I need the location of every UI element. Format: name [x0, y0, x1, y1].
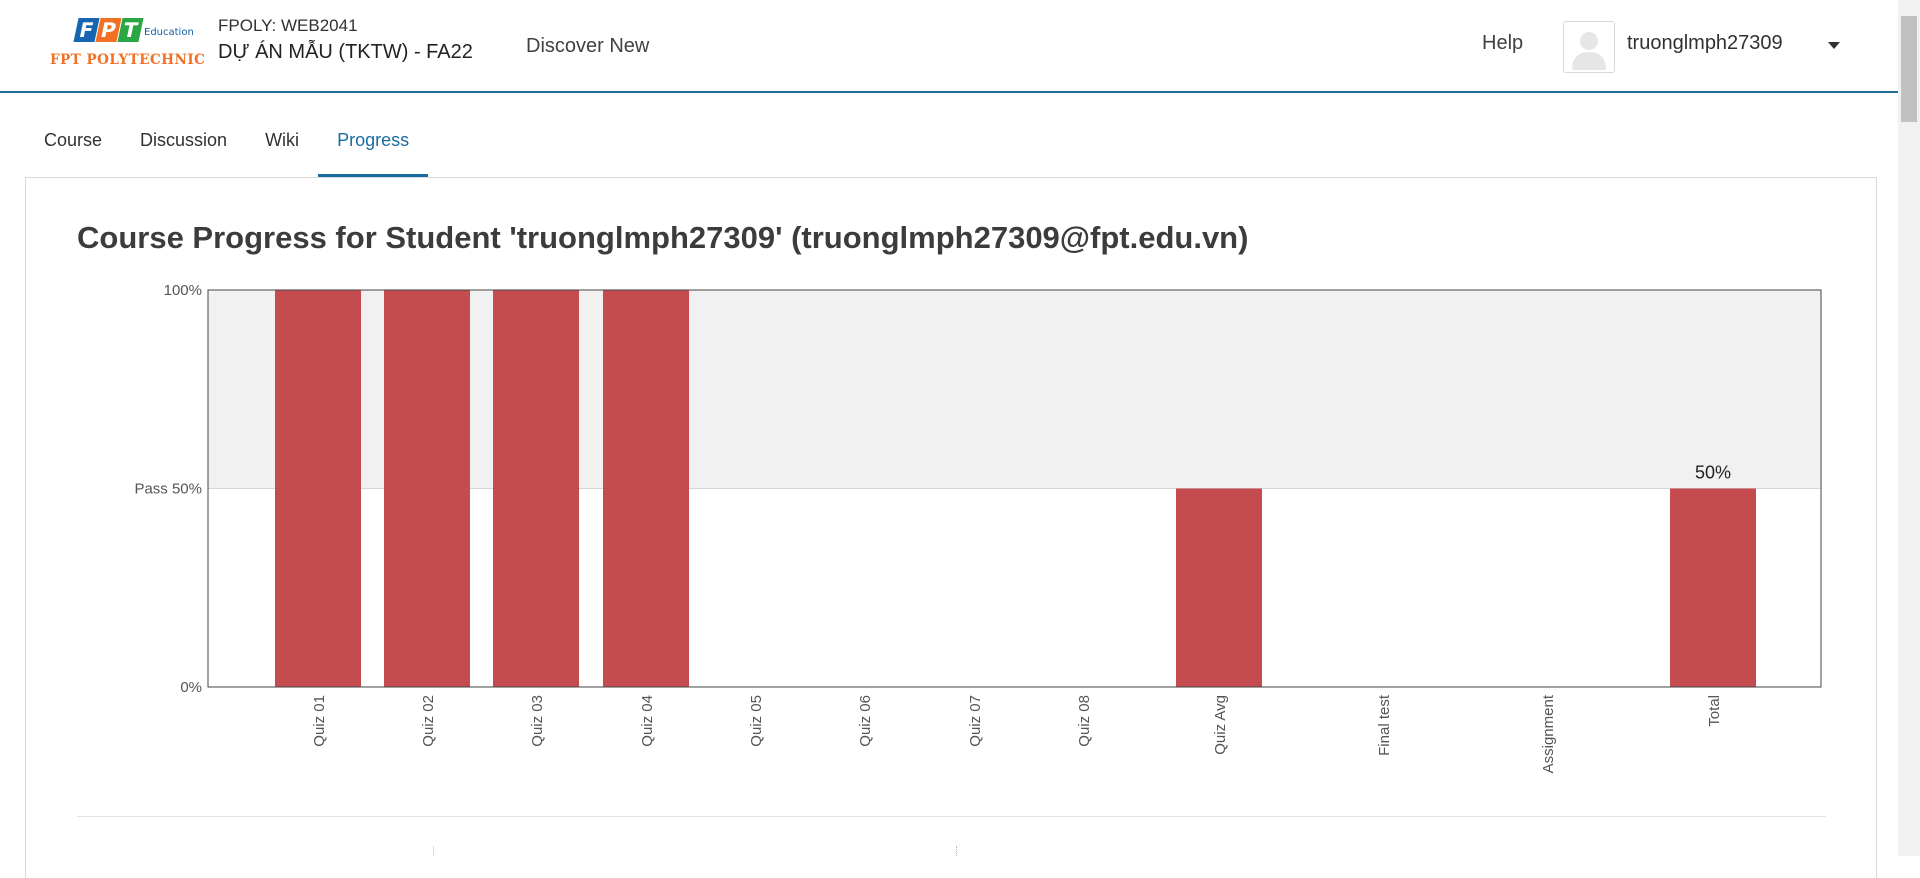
column-separator-dotted — [956, 846, 958, 856]
x-tick-label: Quiz Avg — [1212, 695, 1229, 755]
bar-quiz-avg — [1176, 488, 1262, 687]
bar-quiz-03 — [493, 290, 579, 687]
username-label[interactable]: truonglmph27309 — [1627, 32, 1783, 55]
tab-wiki[interactable]: Wiki — [246, 118, 318, 178]
bar-quiz-01 — [275, 290, 361, 687]
caret-down-icon[interactable] — [1823, 36, 1845, 52]
fpt-logo-mark: F P T — [73, 18, 144, 46]
bar-quiz-04 — [603, 290, 689, 687]
x-tick-label: Total — [1706, 695, 1723, 727]
column-separator — [433, 846, 434, 856]
x-tick-label: Assignment — [1540, 694, 1557, 773]
site-header: F P T Education FPT POLYTECHNIC FPOLY: W… — [0, 0, 1898, 93]
course-tabs: Course Discussion Wiki Progress — [25, 118, 429, 178]
user-avatar[interactable] — [1563, 21, 1615, 73]
course-name: DỰ ÁN MẪU (TKTW) - FA22 — [218, 41, 473, 63]
discover-new-link[interactable]: Discover New — [526, 35, 649, 58]
x-tick-label: Quiz 01 — [311, 695, 328, 747]
section-divider — [77, 816, 1826, 817]
help-link[interactable]: Help — [1482, 32, 1523, 55]
x-tick-label: Quiz 05 — [748, 695, 765, 747]
tab-discussion[interactable]: Discussion — [121, 118, 246, 178]
tab-course[interactable]: Course — [25, 118, 121, 178]
user-silhouette-icon — [1564, 22, 1614, 72]
x-tick-label: Quiz 03 — [529, 695, 546, 747]
logo-letter-t: T — [117, 18, 144, 42]
data-label: 50% — [1695, 463, 1731, 483]
tab-progress[interactable]: Progress — [318, 118, 429, 178]
logo-education-text: Education — [144, 27, 194, 38]
page-scrollbar[interactable] — [1898, 0, 1920, 856]
progress-chart: Quiz 01 Quiz 02 Quiz 03 Quiz 04 Quiz 05 Quiz … — [134, 282, 1822, 773]
bar-quiz-02 — [384, 290, 470, 687]
y-tick-label: 0% — [180, 679, 202, 696]
x-tick-label: Quiz 02 — [420, 695, 437, 747]
logo-brand-text: FPT POLYTECHNIC — [50, 52, 206, 68]
x-tick-label: Quiz 07 — [967, 695, 984, 747]
fpt-polytechnic-logo[interactable]: F P T Education FPT POLYTECHNIC — [48, 18, 205, 72]
x-tick-label: Final test — [1376, 694, 1393, 756]
y-tick-label: Pass 50% — [134, 481, 202, 498]
x-tick-label: Quiz 04 — [639, 695, 656, 747]
x-tick-label: Quiz 08 — [1076, 695, 1093, 747]
scrollbar-thumb[interactable] — [1901, 16, 1917, 122]
bar-total — [1670, 488, 1756, 687]
x-tick-label: Quiz 06 — [857, 695, 874, 747]
course-code: FPOLY: WEB2041 — [218, 16, 358, 35]
y-tick-label: 100% — [164, 282, 202, 299]
page-title: Course Progress for Student 'truonglmph2… — [77, 220, 1249, 255]
